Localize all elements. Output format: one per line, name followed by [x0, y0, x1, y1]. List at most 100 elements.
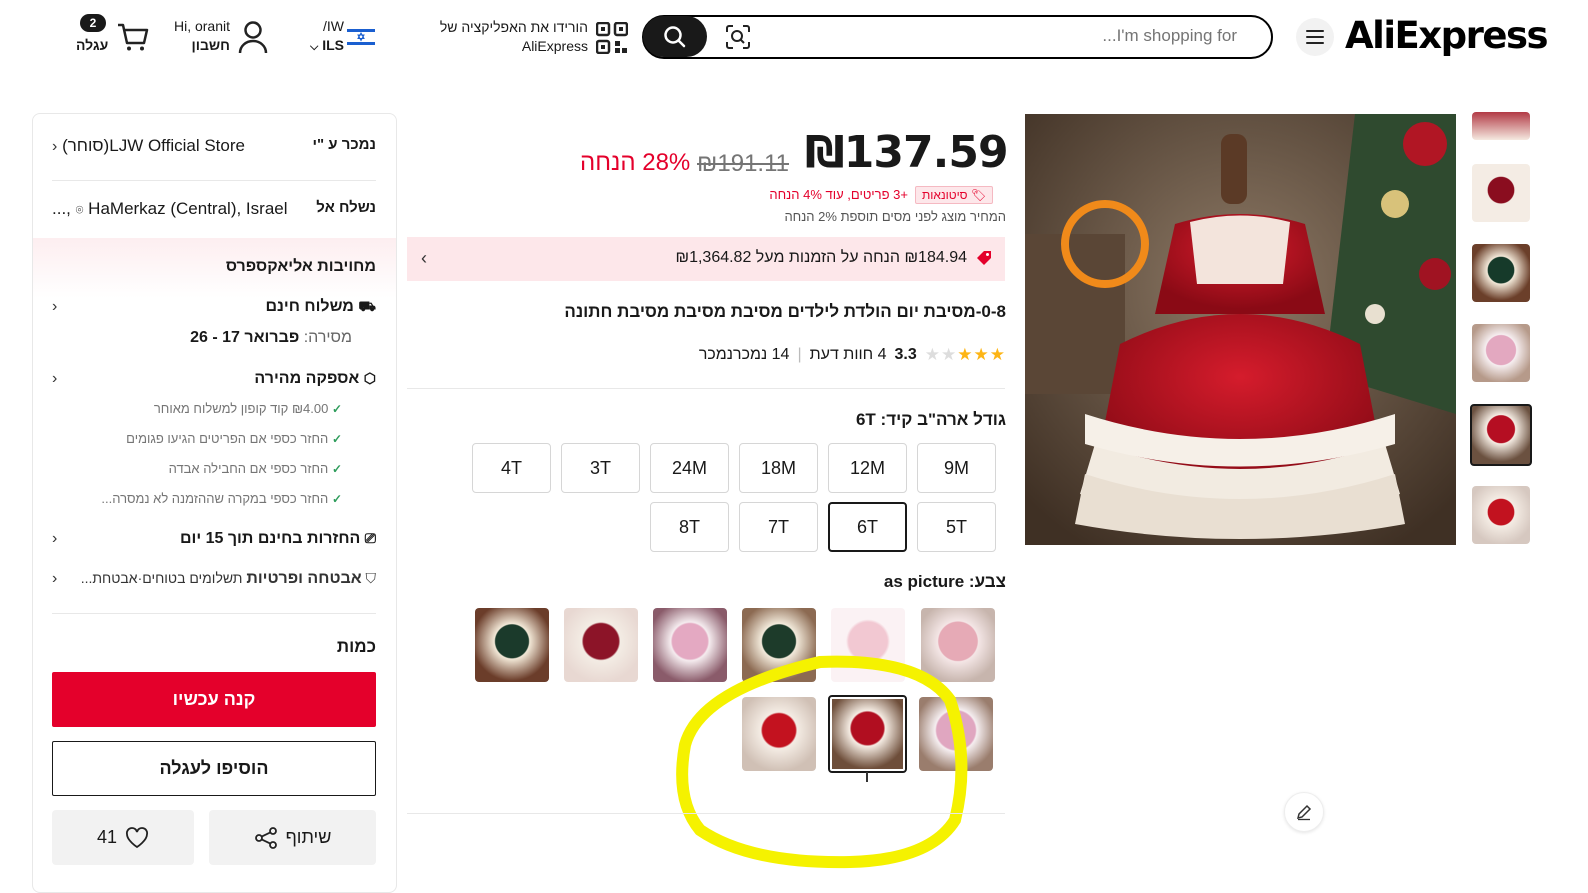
security-title: אבטחה ופרטיות — [246, 570, 362, 587]
divider — [407, 388, 1005, 389]
wholesale-badge-label: סיטונאות — [922, 188, 968, 202]
cart-label[interactable]: עגלה — [76, 37, 108, 53]
thumbnail-list — [1470, 112, 1532, 544]
original-price: ₪191.11 — [697, 150, 790, 177]
quantity-label: כמות — [336, 637, 376, 656]
share-button[interactable]: שיתוף — [209, 810, 376, 865]
size-option-4t[interactable]: 4T — [472, 443, 551, 493]
delivery-row: מסירה: פברואר 17 - 26 — [52, 329, 352, 347]
free-shipping-row[interactable]: ⛟ משלוח חינם ‹ — [52, 298, 376, 317]
store-name[interactable]: LJW Official Store(סוחר) — [62, 136, 245, 155]
add-to-cart-button[interactable]: הוסיפו לעגלה — [52, 741, 376, 796]
image-search-icon[interactable] — [724, 24, 752, 55]
size-options-row1: 9M 12M 18M 24M 3T 4T — [472, 443, 996, 493]
security-row[interactable]: ⛉ אבטחה ופרטיות תשלומים בטוחים·אבטחת... … — [52, 570, 376, 588]
logo-text: AliExpress — [1345, 14, 1549, 57]
sold-by-row[interactable]: נמכר ע "י LJW Official Store(סוחר) ‹ — [52, 136, 376, 156]
size-option-24m[interactable]: 24M — [650, 443, 729, 493]
wholesale-badge: 🏷 סיטונאות — [915, 186, 994, 204]
cart-icon[interactable] — [116, 22, 150, 57]
separator: | — [797, 346, 802, 363]
aliexpress-logo[interactable]: AliExpress — [1345, 14, 1549, 57]
guarantee-list: ✓ ₪4.00 קוד קופון למשלוח מאוחר ✓ החזר כס… — [52, 401, 342, 521]
wishlist-count: 41 — [96, 827, 118, 847]
search-icon — [664, 25, 686, 47]
guarantee-2: החזר כספי אם הפריטים הגיעו פגומים — [126, 431, 329, 446]
cart-count-badge: 2 — [80, 14, 106, 32]
chevron-left-icon: ‹ — [52, 298, 58, 315]
search-button[interactable] — [643, 16, 707, 57]
chevron-left-icon: ‹ — [52, 370, 58, 387]
check-icon: ✓ — [331, 462, 342, 476]
size-option-9m[interactable]: 9M — [917, 443, 996, 493]
share-label: שיתוף — [285, 827, 332, 847]
size-option-6t[interactable]: 6T — [828, 502, 907, 552]
size-option-12m[interactable]: 12M — [828, 443, 907, 493]
qr-code-icon[interactable] — [595, 21, 629, 59]
language-label: /IW — [323, 18, 344, 34]
chevron-left-icon: ‹ — [421, 248, 427, 268]
color-label: צבע: — [968, 572, 1006, 591]
size-option-18m[interactable]: 18M — [739, 443, 818, 493]
ship-to-location: HaMerkaz (Central), Israel ,... — [52, 199, 288, 218]
color-swatch-6[interactable] — [475, 608, 549, 682]
return-box-icon: ⎚ — [364, 530, 376, 546]
free-shipping-label: משלוח חינם — [265, 298, 354, 315]
delivery-dates: פברואר 17 - 26 — [190, 329, 300, 346]
location-pin-icon: ⌾ — [75, 202, 84, 217]
chevron-left-icon: ‹ — [52, 530, 58, 547]
thumbnail-2[interactable] — [1472, 164, 1530, 222]
user-icon[interactable] — [238, 20, 268, 59]
rating-row[interactable]: ★★★★★ 3.3 4 חוות דעת | 14 נמכרנמכר — [620, 345, 1006, 365]
thumbnail-4[interactable] — [1472, 324, 1530, 382]
divider — [52, 613, 376, 614]
tag-icon: 🏷 — [970, 188, 987, 202]
size-option-3t[interactable]: 3T — [561, 443, 640, 493]
check-icon: ✓ — [331, 432, 342, 446]
free-returns-label: החזרות בחינם תוך 15 יום — [179, 530, 361, 547]
discount-percent: 28% הנחה — [580, 149, 691, 176]
highlight-annotation — [676, 655, 968, 869]
rating-stars: ★★★★★ — [924, 345, 1006, 364]
fast-delivery-row[interactable]: ⬡ אספקה מהירה ‹ — [52, 370, 376, 388]
israel-flag-icon — [347, 27, 375, 52]
fast-delivery-label: אספקה מהירה — [254, 370, 360, 387]
account-menu[interactable]: Hi, oranit חשבון — [160, 17, 230, 55]
main-product-image[interactable] — [1025, 114, 1456, 545]
menu-button[interactable] — [1296, 18, 1334, 56]
check-icon: ✓ — [331, 402, 342, 416]
size-label: גודל ארה"ב קיד: — [880, 410, 1006, 429]
guarantee-4: החזר כספי במקרה שההזמנה לא נמסרה... — [101, 491, 329, 506]
buy-now-button[interactable]: קנה עכשיו — [52, 672, 376, 727]
thumbnail-6[interactable] — [1472, 486, 1530, 544]
search-input[interactable] — [817, 26, 1237, 46]
thumbnail-5-selected[interactable] — [1470, 404, 1532, 466]
chevron-left-icon: ‹ — [52, 570, 58, 587]
tax-note: המחיר מוצג לפני מסים תוספת 2% הנחה — [784, 209, 1006, 224]
app-download[interactable]: הורידו את האפליקציה של AliExpress — [430, 18, 588, 56]
text-cursor — [866, 772, 868, 782]
coupon-text: ₪184.94 הנחה על הזמנות מעל ₪1,364.82 — [675, 249, 967, 266]
wishlist-button[interactable]: 41 — [52, 810, 194, 865]
heart-icon — [126, 826, 148, 848]
reviews-count[interactable]: 4 חוות דעת — [810, 346, 887, 364]
size-options-row2: 5T 6T 7T 8T — [650, 502, 996, 552]
sold-count: 14 נמכרנמכר — [698, 346, 790, 363]
divider — [407, 813, 1005, 814]
divider — [52, 180, 376, 181]
feedback-button[interactable] — [1284, 792, 1324, 832]
free-returns-row[interactable]: ⎚ החזרות בחינם תוך 15 יום ‹ — [52, 530, 376, 548]
thumbnail-3[interactable] — [1472, 244, 1530, 302]
color-swatch-5[interactable] — [564, 608, 638, 682]
sold-by-label: נמכר ע "י — [312, 136, 376, 153]
ship-to-row[interactable]: נשלח אל ⌾ HaMerkaz (Central), Israel ,..… — [52, 199, 376, 219]
app-download-line1: הורידו את האפליקציה של — [439, 19, 588, 35]
size-option-5t[interactable]: 5T — [917, 502, 996, 552]
size-option-7t[interactable]: 7T — [739, 502, 818, 552]
coupon-banner[interactable]: ‹ ₪184.94 הנחה על הזמנות מעל ₪1,364.82 — [407, 237, 1005, 281]
thumbnail-1[interactable] — [1472, 112, 1530, 140]
security-text: תשלומים בטוחים·אבטחת... — [80, 570, 243, 586]
size-option-8t[interactable]: 8T — [650, 502, 729, 552]
language-currency-selector[interactable]: /IW ⌵ ILS — [302, 17, 344, 57]
ship-to-label: נשלח אל — [316, 199, 376, 216]
